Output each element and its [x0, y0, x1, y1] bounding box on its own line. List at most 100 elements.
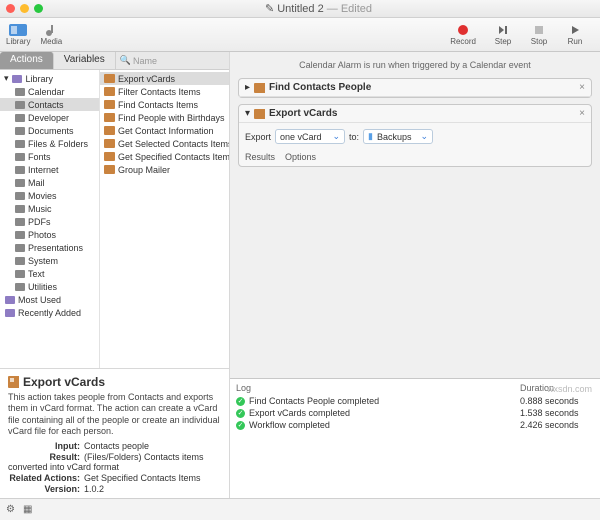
library-item-label: Calendar [28, 87, 65, 97]
tab-results[interactable]: Results [245, 152, 275, 162]
library-item-label: Most Used [18, 295, 61, 305]
close-icon[interactable]: × [579, 82, 585, 93]
media-icon [42, 23, 60, 37]
stop-icon [530, 23, 548, 37]
action-item[interactable]: Export vCards [100, 72, 229, 85]
library-item[interactable]: Music [0, 202, 99, 215]
action-item[interactable]: Filter Contacts Items [100, 85, 229, 98]
step-button[interactable]: Step [494, 23, 512, 46]
toolbar: Library Media Record Step Stop Run [0, 18, 600, 52]
zoom-icon[interactable] [34, 4, 43, 13]
folder-icon [14, 99, 25, 110]
library-item[interactable]: Presentations [0, 241, 99, 254]
folder-icon [14, 229, 25, 240]
record-button[interactable]: Record [450, 23, 476, 46]
folder-icon [14, 281, 25, 292]
library-item[interactable]: Internet [0, 163, 99, 176]
log-duration: 2.426 seconds [520, 419, 594, 431]
action-item[interactable]: Group Mailer [100, 163, 229, 176]
action-item-label: Group Mailer [118, 165, 170, 175]
library-item[interactable]: System [0, 254, 99, 267]
library-item[interactable]: Files & Folders [0, 137, 99, 150]
workflow-action-export-vcards[interactable]: ▾ Export vCards × Export one vCard⌄ to: … [238, 104, 592, 167]
library-item[interactable]: Contacts [0, 98, 99, 111]
folder-icon [14, 138, 25, 149]
action-item-label: Find Contacts Items [118, 100, 198, 110]
tab-actions[interactable]: Actions [0, 52, 54, 69]
library-item[interactable]: Movies [0, 189, 99, 202]
folder-icon [14, 86, 25, 97]
disclosure-icon[interactable]: ▸ [245, 82, 250, 93]
library-item-label: Recently Added [18, 308, 81, 318]
export-label: Export [245, 132, 271, 142]
library-item[interactable]: Utilities [0, 280, 99, 293]
library-item-label: Presentations [28, 243, 83, 253]
contacts-icon [104, 164, 115, 175]
minimize-icon[interactable] [20, 4, 29, 13]
close-icon[interactable] [6, 4, 15, 13]
library-root[interactable]: ▾ Library [0, 72, 99, 85]
status-bar: ⚙ ▦ [0, 498, 600, 520]
workflow-hint: Calendar Alarm is run when triggered by … [230, 52, 600, 78]
folder-icon [14, 216, 25, 227]
view-mode-icon[interactable]: ▦ [23, 504, 32, 515]
search-input[interactable]: 🔍Name [116, 52, 229, 69]
export-format-select[interactable]: one vCard⌄ [275, 129, 345, 144]
disclosure-icon[interactable]: ▾ [245, 108, 250, 119]
library-item-label: System [28, 256, 58, 266]
left-panel: Actions Variables 🔍Name ▾ Library Calenda… [0, 52, 230, 498]
actions-list[interactable]: Export vCards Filter Contacts Items Find C… [100, 70, 229, 368]
contacts-icon [104, 112, 115, 123]
run-button[interactable]: Run [566, 23, 584, 46]
window-controls[interactable] [6, 4, 43, 13]
library-item[interactable]: Mail [0, 176, 99, 189]
play-icon [566, 23, 584, 37]
library-item[interactable]: Most Used [0, 293, 99, 306]
library-item[interactable]: Recently Added [0, 306, 99, 319]
action-item-label: Get Selected Contacts Items [118, 139, 229, 149]
search-icon: 🔍 [120, 55, 131, 66]
action-item[interactable]: Get Selected Contacts Items [100, 137, 229, 150]
gear-icon[interactable]: ⚙ [6, 504, 15, 515]
action-item-label: Get Contact Information [118, 126, 214, 136]
tab-variables[interactable]: Variables [54, 52, 116, 69]
folder-icon [14, 190, 25, 201]
action-item[interactable]: Get Specified Contacts Items [100, 150, 229, 163]
log-duration: 1.538 seconds [520, 407, 594, 419]
library-item[interactable]: Fonts [0, 150, 99, 163]
workflow-canvas[interactable]: Calendar Alarm is run when triggered by … [230, 52, 600, 498]
library-item[interactable]: Developer [0, 111, 99, 124]
library-item[interactable]: Text [0, 267, 99, 280]
library-item-label: Photos [28, 230, 56, 240]
contacts-icon [104, 138, 115, 149]
chevron-down-icon: ⌄ [420, 131, 428, 142]
library-item-label: Developer [28, 113, 69, 123]
library-tree[interactable]: ▾ Library CalendarContacts Developer Docume… [0, 70, 100, 368]
library-item-label: Fonts [28, 152, 51, 162]
folder-icon [14, 268, 25, 279]
library-item[interactable]: Calendar [0, 85, 99, 98]
library-item[interactable]: Photos [0, 228, 99, 241]
stop-button[interactable]: Stop [530, 23, 548, 46]
tab-options[interactable]: Options [285, 152, 316, 162]
success-icon: ✓ [236, 421, 245, 430]
action-item-label: Filter Contacts Items [118, 87, 201, 97]
desc-body: This action takes people from Contacts a… [8, 392, 221, 437]
chevron-down-icon: ⌄ [332, 131, 340, 142]
library-icon [9, 23, 27, 37]
media-toggle[interactable]: Media [40, 23, 62, 46]
library-item-label: Music [28, 204, 52, 214]
library-item[interactable]: PDFs [0, 215, 99, 228]
close-icon[interactable]: × [579, 108, 585, 119]
library-item-label: Documents [28, 126, 74, 136]
action-item[interactable]: Find Contacts Items [100, 98, 229, 111]
log-panel: Log ✓Find Contacts People completed✓Expo… [230, 378, 600, 498]
action-item[interactable]: Get Contact Information [100, 124, 229, 137]
library-icon [12, 73, 23, 84]
export-dest-select[interactable]: ▮Backups⌄ [363, 129, 433, 144]
contacts-icon [104, 151, 115, 162]
library-toggle[interactable]: Library [6, 23, 30, 46]
workflow-action-find-contacts[interactable]: ▸ Find Contacts People × [238, 78, 592, 98]
library-item[interactable]: Documents [0, 124, 99, 137]
action-item[interactable]: Find People with Birthdays [100, 111, 229, 124]
